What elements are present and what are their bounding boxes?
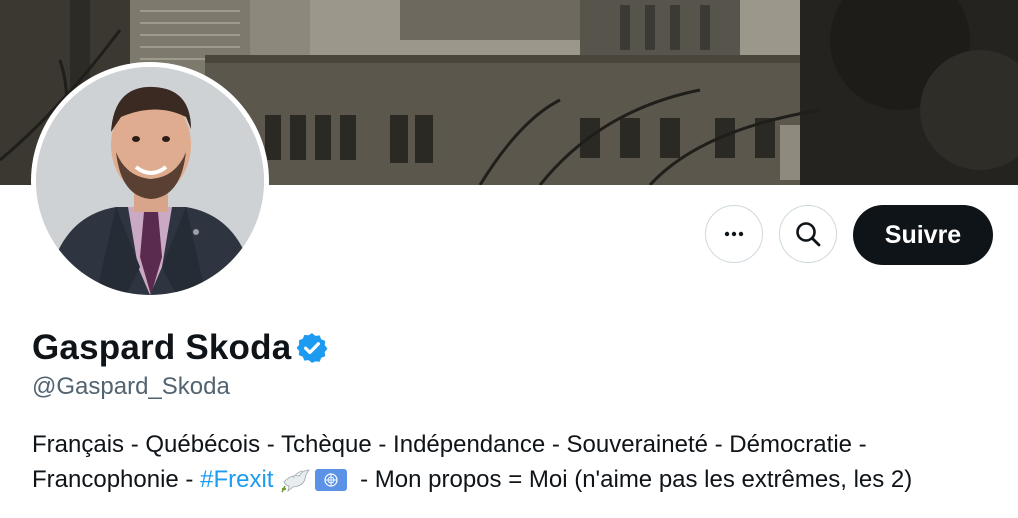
avatar-container[interactable] [31, 62, 269, 300]
user-handle: @Gaspard_Skoda [32, 373, 230, 400]
bio-line-1: Français - Québécois - Tchèque - Indépen… [32, 431, 867, 458]
dove-emoji-icon [281, 469, 311, 492]
more-options-button[interactable] [705, 205, 763, 263]
name-row: Gaspard Skoda [32, 326, 329, 370]
profile-photo [36, 67, 264, 295]
bio-line-2: Francophonie - #Frexit - Mon propos = Mo… [32, 462, 1002, 497]
more-horizontal-icon [724, 231, 744, 237]
display-name: Gaspard Skoda [32, 328, 292, 367]
bio-text-after-emoji: - Mon propos = Moi (n'aime pas les extrê… [353, 466, 913, 493]
search-icon [796, 222, 821, 247]
united-nations-flag-icon [315, 468, 348, 491]
bio-text-before-hashtag: Francophonie - [32, 466, 201, 493]
follow-button[interactable]: Suivre [853, 205, 993, 265]
profile-bio: Français - Québécois - Tchèque - Indépen… [32, 427, 1002, 497]
hashtag-link[interactable]: #Frexit [200, 462, 273, 497]
verified-badge-icon[interactable] [295, 331, 329, 365]
profile-page: Suivre Gaspard Skoda @Gaspard_Skoda Fran… [0, 0, 1018, 518]
avatar[interactable] [36, 67, 264, 295]
search-profile-button[interactable] [779, 205, 837, 263]
